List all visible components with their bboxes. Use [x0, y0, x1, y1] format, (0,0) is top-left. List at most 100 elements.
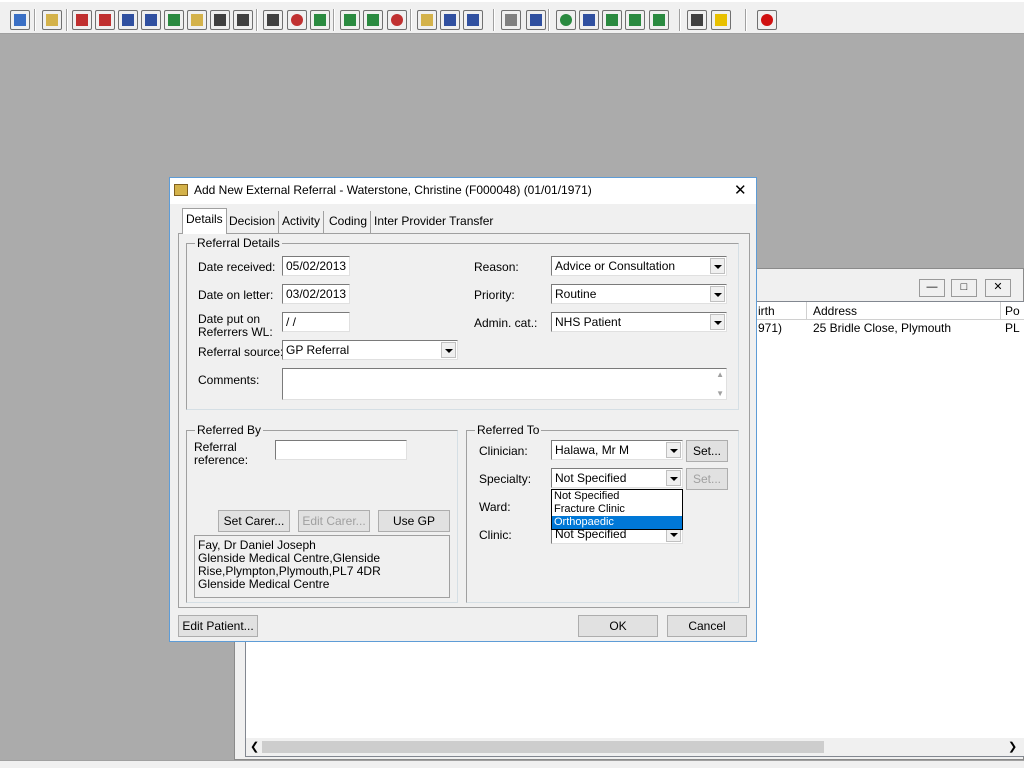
date-received-field[interactable]: 05/02/2013	[282, 256, 350, 276]
search-toolbar-button[interactable]	[263, 10, 283, 30]
group-title: Referred To	[475, 423, 542, 437]
exit-toolbar-button[interactable]	[757, 10, 777, 30]
edit-patient-button[interactable]: Edit Patient...	[178, 615, 258, 637]
scroll-up-icon[interactable]: ▲	[716, 370, 724, 379]
mail-receive-icon	[653, 14, 665, 26]
reason-label: Reason:	[474, 260, 519, 274]
referral-reference-label-2: reference:	[194, 453, 249, 467]
cancel-button[interactable]: Cancel	[667, 615, 747, 637]
calendar-alt-toolbar-button[interactable]	[363, 10, 383, 30]
document-toolbar-button[interactable]	[417, 10, 437, 30]
inbox-toolbar-button[interactable]	[463, 10, 483, 30]
tab-details[interactable]: Details	[182, 208, 227, 234]
user-icon	[14, 14, 26, 26]
clock-toolbar-button[interactable]	[287, 10, 307, 30]
notes-toolbar-button[interactable]	[187, 10, 207, 30]
chevron-down-icon[interactable]	[710, 258, 725, 274]
priority-select[interactable]: Routine	[551, 284, 727, 304]
chevron-down-icon[interactable]	[710, 286, 725, 302]
calendar-alt-icon	[367, 14, 379, 26]
status-bar	[0, 760, 1024, 768]
mail-receive-toolbar-button[interactable]	[649, 10, 669, 30]
set-carer-button[interactable]: Set Carer...	[218, 510, 290, 532]
tab-inter-provider-transfer[interactable]: Inter Provider Transfer	[371, 211, 496, 233]
inbox-icon	[467, 14, 479, 26]
toolbar-separator	[333, 9, 335, 31]
dropdown-option-orthopaedic[interactable]: Orthopaedic	[552, 516, 682, 529]
chevron-down-icon[interactable]	[666, 470, 681, 486]
calendar-toolbar-button[interactable]	[340, 10, 360, 30]
admin-cat-select[interactable]: NHS Patient	[551, 312, 727, 332]
specialty-dropdown-list[interactable]: Not Specified Fracture Clinic Orthopaedi…	[551, 489, 683, 530]
bar-chart-toolbar-button[interactable]	[526, 10, 546, 30]
search-icon	[267, 14, 279, 26]
tab-activity[interactable]: Activity	[279, 211, 325, 233]
scroll-down-icon[interactable]: ▼	[716, 389, 724, 398]
bar-chart-icon	[530, 14, 542, 26]
page-toolbar-button[interactable]	[501, 10, 521, 30]
referral-reference-field[interactable]	[275, 440, 407, 460]
column-header-birth[interactable]: irth	[758, 304, 775, 318]
referral-source-select[interactable]: GP Referral	[282, 340, 458, 360]
edit-carer-button[interactable]: Edit Carer...	[298, 510, 370, 532]
mail-send-toolbar-button[interactable]	[625, 10, 645, 30]
cell-address: 25 Bridle Close, Plymouth	[813, 321, 952, 335]
close-icon[interactable]: ✕	[734, 181, 747, 199]
globe-toolbar-button[interactable]	[556, 10, 576, 30]
scroll-right-icon[interactable]: ❯	[1008, 740, 1017, 753]
letter-m-toolbar-button[interactable]	[141, 10, 161, 30]
printer-toolbar-button[interactable]	[42, 10, 62, 30]
close-button[interactable]: ✕	[985, 279, 1011, 297]
specialty-select[interactable]: Not Specified	[551, 468, 683, 488]
tray-toolbar-button[interactable]	[440, 10, 460, 30]
date-on-letter-field[interactable]: 03/02/2013	[282, 284, 350, 304]
gp-practice: Glenside Medical Centre	[198, 577, 330, 591]
minimize-button[interactable]: —	[919, 279, 945, 297]
timer-toolbar-button[interactable]	[387, 10, 407, 30]
camera-toolbar-button[interactable]	[210, 10, 230, 30]
column-header-postcode[interactable]: Po	[1005, 304, 1020, 318]
transfer-toolbar-button[interactable]	[687, 10, 707, 30]
date-put-on-label: Date put on	[198, 312, 261, 326]
date-put-on-field[interactable]: / /	[282, 312, 350, 332]
scroll-left-icon[interactable]: ❮	[250, 740, 259, 753]
comments-textarea[interactable]: ▲ ▼	[282, 368, 727, 400]
mail-down-toolbar-button[interactable]	[602, 10, 622, 30]
camera-alt-toolbar-button[interactable]	[233, 10, 253, 30]
specialty-value: Not Specified	[555, 471, 627, 485]
scroll-thumb[interactable]	[262, 741, 824, 753]
book-toolbar-button[interactable]	[72, 10, 92, 30]
clinician-select[interactable]: Halawa, Mr M	[551, 440, 683, 460]
warning-toolbar-button[interactable]	[711, 10, 731, 30]
set-specialty-button[interactable]: Set...	[686, 468, 728, 490]
reason-select[interactable]: Advice or Consultation	[551, 256, 727, 276]
admin-cat-value: NHS Patient	[555, 315, 622, 329]
patient-list-toolbar-button[interactable]	[118, 10, 138, 30]
use-gp-button[interactable]: Use GP	[378, 510, 450, 532]
person-green-toolbar-button[interactable]	[164, 10, 184, 30]
horizontal-scrollbar[interactable]: ❮ ❯	[246, 738, 1024, 756]
ok-button[interactable]: OK	[578, 615, 658, 637]
screen-toolbar-button[interactable]	[310, 10, 330, 30]
priority-value: Routine	[555, 287, 597, 301]
tab-decision[interactable]: Decision	[226, 211, 280, 233]
set-clinician-button[interactable]: Set...	[686, 440, 728, 462]
clock-icon	[291, 14, 303, 26]
chevron-down-icon[interactable]	[441, 342, 456, 358]
folder-edit-icon	[99, 14, 111, 26]
chevron-down-icon[interactable]	[666, 442, 681, 458]
dropdown-option-fracture-clinic[interactable]: Fracture Clinic	[552, 503, 682, 516]
toolbar-separator	[66, 9, 68, 31]
dropdown-option-not-specified[interactable]: Not Specified	[552, 490, 682, 503]
maximize-button[interactable]: □	[951, 279, 977, 297]
user-toolbar-button[interactable]	[10, 10, 30, 30]
folder-edit-toolbar-button[interactable]	[95, 10, 115, 30]
tray-icon	[444, 14, 456, 26]
clinician-label: Clinician:	[479, 444, 528, 458]
column-header-address[interactable]: Address	[813, 304, 857, 318]
gp-details-box: Fay, Dr Daniel Joseph Glenside Medical C…	[194, 535, 450, 598]
screen-icon	[314, 14, 326, 26]
tab-coding[interactable]: Coding	[326, 211, 372, 233]
chevron-down-icon[interactable]	[710, 314, 725, 330]
mail-toolbar-button[interactable]	[579, 10, 599, 30]
